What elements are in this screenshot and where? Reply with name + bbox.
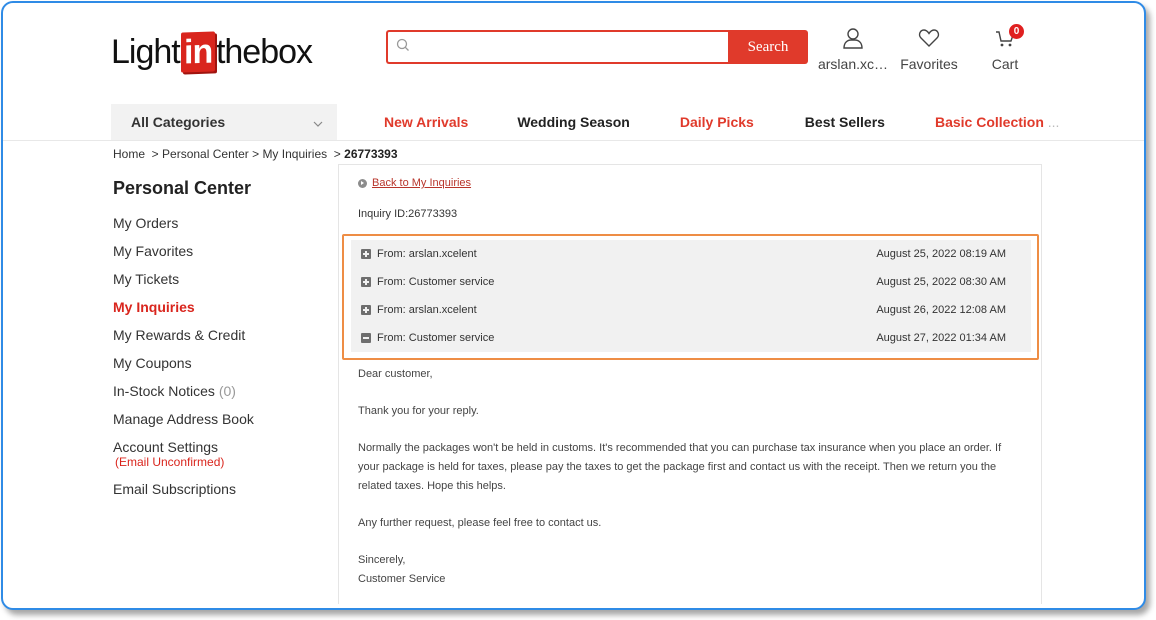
account-label: arslan.xc…: [817, 56, 889, 72]
logo-text-pre: Light: [111, 32, 181, 71]
browser-frame: Light in thebox Search arslan.xc… Favorite…: [1, 1, 1146, 610]
sidebar-item-account-settings[interactable]: Account Settings (Email Unconfirmed): [113, 438, 333, 480]
email-unconfirmed-notice: (Email Unconfirmed): [115, 455, 225, 469]
breadcrumb-my-inquiries[interactable]: My Inquiries: [262, 147, 327, 161]
nav-link-wedding-season[interactable]: Wedding Season: [517, 114, 630, 130]
breadcrumb-separator: >: [327, 147, 345, 161]
all-categories-label: All Categories: [131, 114, 226, 130]
message-from: From: arslan.xcelent: [377, 304, 477, 316]
message-from: From: Customer service: [377, 332, 495, 344]
user-icon: [841, 27, 865, 52]
sidebar-title: Personal Center: [113, 178, 252, 198]
search-icon: [396, 38, 410, 57]
breadcrumb-separator: >: [145, 147, 163, 161]
nav-link-new-arrivals[interactable]: New Arrivals: [384, 114, 468, 130]
message-thread-highlight: From: arslan.xcelent August 25, 2022 08:…: [342, 234, 1039, 360]
sidebar: Personal Center My Orders My Favorites M…: [113, 178, 333, 508]
sidebar-item-my-favorites[interactable]: My Favorites: [113, 242, 333, 270]
sidebar-item-my-inquiries[interactable]: My Inquiries: [113, 298, 333, 326]
search-bar: Search: [386, 30, 808, 64]
sidebar-item-my-tickets[interactable]: My Tickets: [113, 270, 333, 298]
heart-icon: [917, 27, 941, 52]
nav-link-best-sellers[interactable]: Best Sellers: [805, 114, 885, 130]
message-closing: Sincerely,: [358, 554, 406, 566]
breadcrumb: Home > Personal Center > My Inquiries > …: [113, 147, 398, 161]
collapse-icon[interactable]: [361, 333, 371, 343]
message-row[interactable]: From: arslan.xcelent August 25, 2022 08:…: [351, 240, 1031, 268]
message-greeting: Dear customer,: [358, 368, 433, 380]
breadcrumb-current: 26773393: [344, 147, 398, 161]
message-paragraph: Thank you for your reply.: [358, 405, 479, 417]
search-input-container: [386, 30, 728, 64]
message-date: August 25, 2022 08:19 AM: [876, 248, 1006, 260]
account-button[interactable]: arslan.xc…: [815, 27, 891, 72]
inquiry-id: Inquiry ID:26773393: [358, 208, 458, 220]
favorites-label: Favorites: [900, 56, 958, 72]
message-row[interactable]: From: Customer service August 25, 2022 0…: [351, 268, 1031, 296]
message-body: Dear customer, Thank you for your reply.…: [358, 365, 1018, 589]
cart-label: Cart: [991, 56, 1019, 72]
message-date: August 26, 2022 12:08 AM: [876, 304, 1006, 316]
sidebar-item-my-orders[interactable]: My Orders: [113, 214, 333, 242]
search-input[interactable]: [416, 32, 728, 62]
message-paragraph: Normally the packages won't be held in c…: [358, 442, 1002, 492]
sidebar-item-manage-address-book[interactable]: Manage Address Book: [113, 410, 333, 438]
message-row[interactable]: From: arslan.xcelent August 26, 2022 12:…: [351, 296, 1031, 324]
breadcrumb-home[interactable]: Home: [113, 147, 145, 161]
site-logo[interactable]: Light in thebox: [111, 31, 313, 73]
cart-button[interactable]: 0 Cart: [967, 24, 1043, 72]
expand-icon[interactable]: [361, 249, 371, 259]
sidebar-item-email-subscriptions[interactable]: Email Subscriptions: [113, 480, 333, 508]
sidebar-item-in-stock-notices[interactable]: In-Stock Notices (0): [113, 382, 333, 410]
nav-links: New Arrivals Wedding Season Daily Picks …: [337, 104, 1059, 140]
category-navbar: All Categories New Arrivals Wedding Seas…: [3, 104, 1144, 141]
message-date: August 27, 2022 01:34 AM: [876, 332, 1006, 344]
nav-link-daily-picks[interactable]: Daily Picks: [680, 114, 754, 130]
message-paragraph: Any further request, please feel free to…: [358, 517, 602, 529]
message-from: From: arslan.xcelent: [377, 248, 477, 260]
message-from: From: Customer service: [377, 276, 495, 288]
nav-more-ellipsis: ...: [1047, 114, 1060, 130]
logo-text-post: thebox: [215, 32, 313, 71]
search-button[interactable]: Search: [728, 30, 808, 64]
back-to-inquiries-text[interactable]: Back to My Inquiries: [372, 177, 471, 189]
in-stock-notices-count: (0): [218, 383, 236, 399]
message-date: August 25, 2022 08:30 AM: [876, 276, 1006, 288]
favorites-button[interactable]: Favorites: [891, 27, 967, 72]
nav-link-basic-collection[interactable]: Basic Collection ...: [935, 114, 1059, 130]
sidebar-item-my-coupons[interactable]: My Coupons: [113, 354, 333, 382]
user-actions: arslan.xc… Favorites 0 Cart: [815, 24, 1043, 72]
nav-link-basic-collection-label: Basic Collection: [934, 114, 1044, 130]
message-thread-list: From: arslan.xcelent August 25, 2022 08:…: [351, 240, 1031, 352]
message-row-expanded[interactable]: From: Customer service August 27, 2022 0…: [351, 324, 1031, 352]
cart-count-badge: 0: [1009, 24, 1024, 39]
inquiry-detail-panel: Back to My Inquiries Inquiry ID:26773393…: [338, 164, 1042, 604]
sidebar-item-my-rewards-credit[interactable]: My Rewards & Credit: [113, 326, 333, 354]
back-to-inquiries-link[interactable]: Back to My Inquiries: [358, 177, 471, 189]
logo-text-highlight: in: [180, 31, 215, 73]
chevron-down-icon: [313, 116, 323, 127]
breadcrumb-separator: >: [248, 147, 263, 161]
all-categories-dropdown[interactable]: All Categories: [111, 104, 337, 140]
breadcrumb-personal-center[interactable]: Personal Center: [162, 147, 249, 161]
arrow-circle-icon: [358, 178, 367, 188]
expand-icon[interactable]: [361, 277, 371, 287]
account-settings-label: Account Settings: [113, 439, 219, 455]
message-signature: Customer Service: [358, 573, 446, 585]
in-stock-notices-label: In-Stock Notices: [113, 383, 215, 399]
expand-icon[interactable]: [361, 305, 371, 315]
